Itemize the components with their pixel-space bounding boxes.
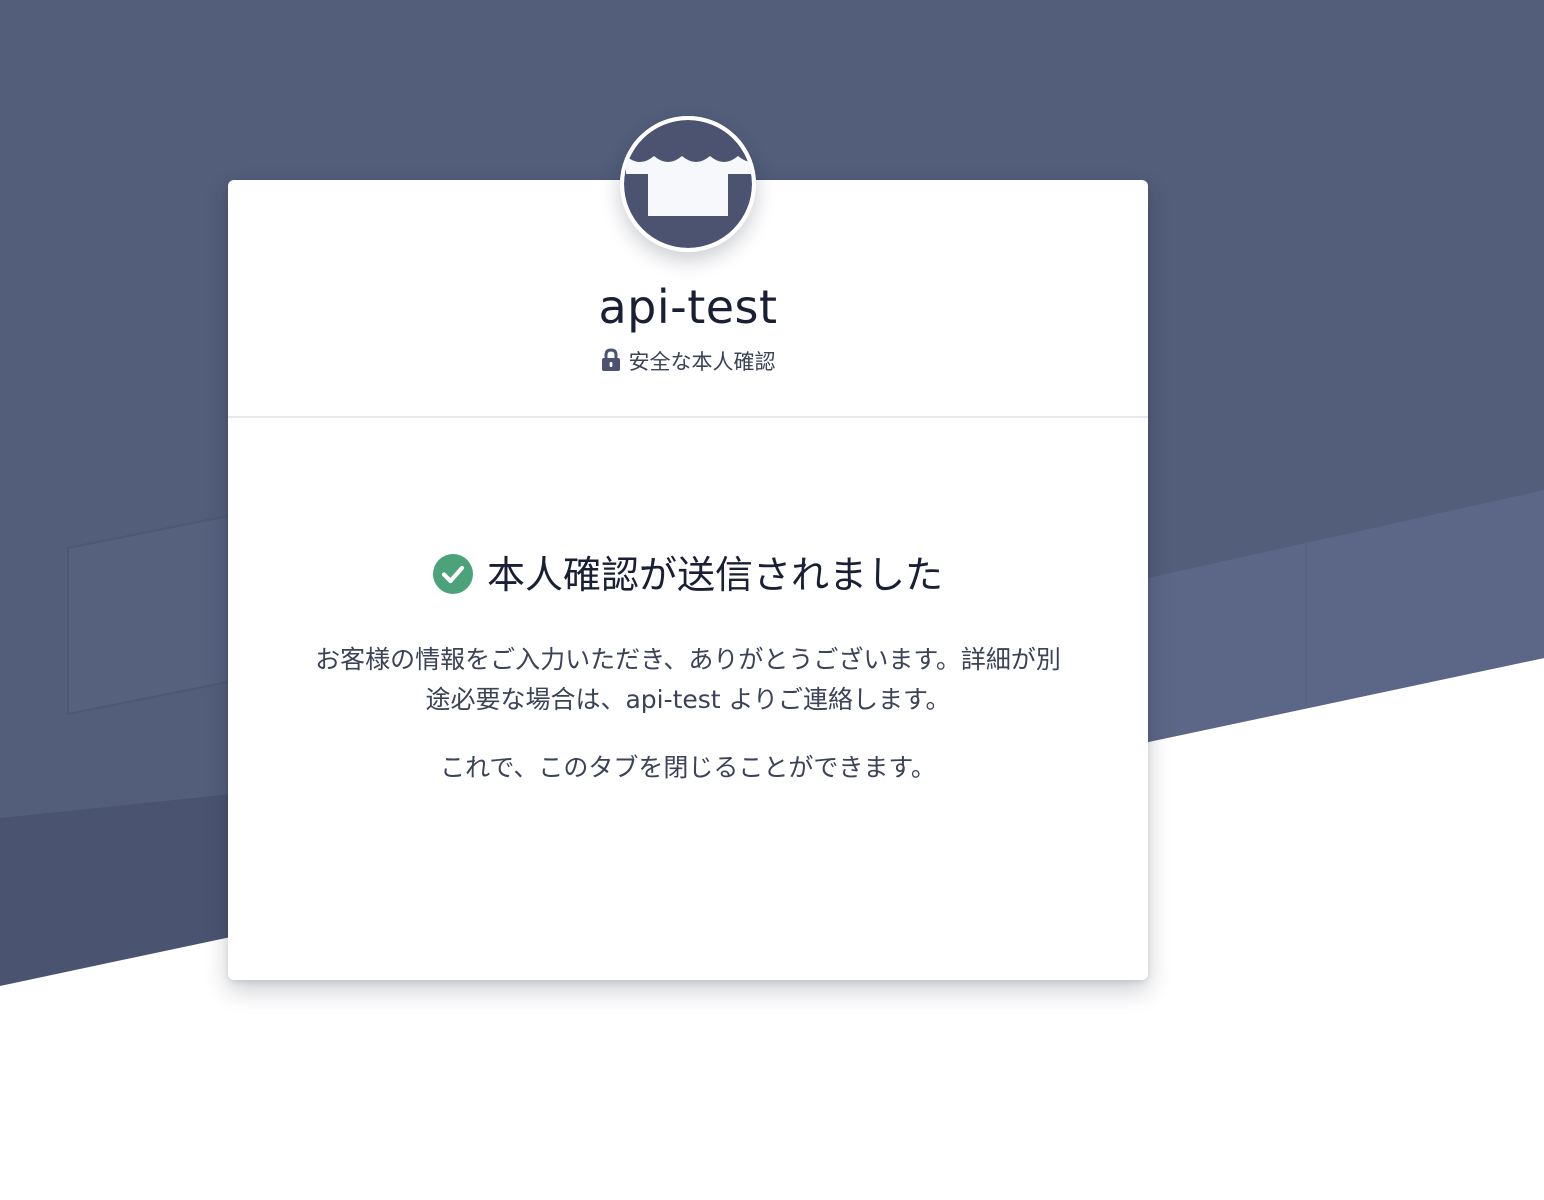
merchant-name: api-test [598,280,778,334]
storefront-icon [620,116,756,252]
card-header: api-test 安全な本人確認 [228,116,1148,418]
card-body: 本人確認が送信されました お客様の情報をご入力いただき、ありがとうございます。詳… [228,416,1148,980]
secure-verification-label: 安全な本人確認 [228,346,1148,376]
check-circle-icon [432,554,473,594]
message-line-1: お客様の情報をご入力いただき、ありがとうございます。詳細が別 [315,645,1061,674]
secure-label-text: 安全な本人確認 [628,350,776,374]
page: api-test 安全な本人確認 本人確認が送信されました お客様の情報をご入力… [0,0,1544,1200]
lock-icon [601,348,620,371]
success-title: 本人確認が送信されました [228,544,1148,599]
close-tab-message: これで、このタブを閉じることができます。 [440,753,936,782]
thank-you-message: お客様の情報をご入力いただき、ありがとうございます。詳細が別 途必要な場合は、a… [258,640,1118,720]
verification-card: api-test 安全な本人確認 本人確認が送信されました お客様の情報をご入力… [228,116,1148,980]
message-line-2: 途必要な場合は、api-test よりご連絡します。 [425,685,951,714]
success-title-text: 本人確認が送信されました [486,553,943,597]
merchant-avatar [620,116,756,252]
